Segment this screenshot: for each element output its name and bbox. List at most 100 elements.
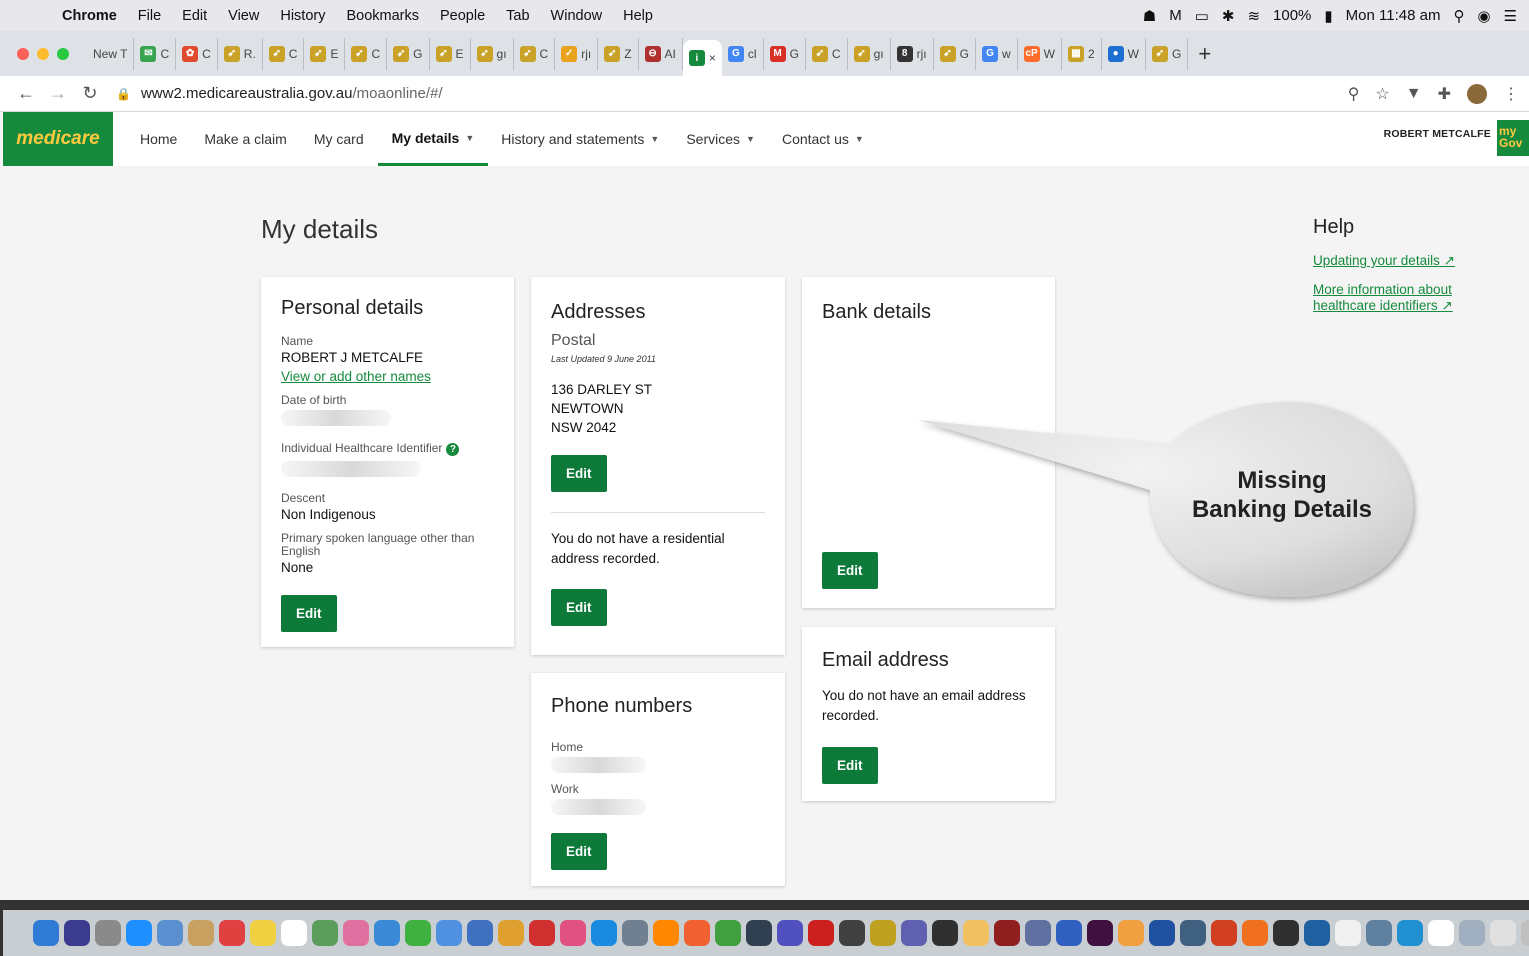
dock-app-icon[interactable] — [1056, 920, 1082, 946]
nav-history-and-statements[interactable]: History and statements ▼ — [501, 112, 659, 166]
browser-tab[interactable]: i × — [682, 40, 722, 76]
notification-center-icon[interactable]: ☰ — [1504, 7, 1517, 25]
browser-tab[interactable]: New T — [87, 37, 135, 70]
menu-tab[interactable]: Tab — [506, 8, 529, 24]
nav-home[interactable]: Home — [140, 112, 177, 166]
dock-app-icon[interactable] — [1521, 920, 1529, 946]
help-question-icon[interactable]: ? — [446, 443, 460, 456]
menu-file[interactable]: File — [138, 8, 161, 24]
dock-app-icon[interactable] — [622, 920, 648, 946]
dock-app-icon[interactable] — [343, 920, 369, 946]
dock-app-icon[interactable] — [839, 920, 865, 946]
profile-avatar-icon[interactable] — [1467, 83, 1487, 104]
dock-app-icon[interactable] — [1273, 920, 1299, 946]
battery-icon[interactable]: ▮ — [1324, 7, 1332, 25]
dock-app-icon[interactable] — [1397, 920, 1423, 946]
dock-app-icon[interactable] — [374, 920, 400, 946]
battery-percent[interactable]: 100% — [1273, 7, 1311, 24]
browser-tab[interactable]: ➹ gı — [848, 37, 891, 70]
dock-app-icon[interactable] — [1490, 920, 1516, 946]
clock[interactable]: Mon 11:48 am — [1346, 7, 1441, 24]
forward-icon[interactable]: → — [42, 83, 74, 104]
zoom-icon[interactable]: ⚲ — [1348, 84, 1360, 104]
browser-tab[interactable]: ➹ G — [1146, 37, 1189, 70]
bluetooth-icon[interactable]: ✱ — [1222, 7, 1235, 25]
browser-tab[interactable]: ➹ G — [934, 37, 976, 70]
siri-icon[interactable]: ◉ — [1477, 7, 1490, 25]
dock-app-icon[interactable] — [467, 920, 493, 946]
menu-view[interactable]: View — [228, 8, 259, 24]
dock-app-icon[interactable] — [405, 920, 431, 946]
dock-app-icon[interactable] — [1118, 920, 1144, 946]
spotlight-search-icon[interactable]: ⚲ — [1453, 7, 1464, 25]
minimize-window-button[interactable] — [37, 47, 49, 60]
zoom-window-button[interactable] — [57, 47, 69, 60]
dock-app-icon[interactable] — [281, 920, 307, 946]
browser-tab[interactable]: ➹ R. — [218, 37, 263, 70]
chrome-menu-icon[interactable]: ⋮ — [1503, 84, 1519, 104]
dock-app-icon[interactable] — [157, 920, 183, 946]
dock-app-icon[interactable] — [219, 920, 245, 946]
browser-tab[interactable]: ⊖ AI — [639, 37, 683, 70]
lock-icon[interactable]: 🔒 — [116, 87, 131, 101]
close-window-button[interactable] — [17, 47, 29, 60]
menu-app-name[interactable]: Chrome — [62, 8, 117, 24]
nav-my-card[interactable]: My card — [314, 112, 364, 166]
personal-edit-button[interactable]: Edit — [281, 595, 337, 632]
dock-app-icon[interactable] — [963, 920, 989, 946]
back-icon[interactable]: ← — [10, 83, 42, 104]
browser-tab[interactable]: cP W — [1018, 37, 1062, 70]
browser-tab[interactable]: ✓ rjı — [555, 37, 599, 70]
mygov-logo[interactable]: my Gov — [1497, 120, 1529, 156]
nav-my-details[interactable]: My details ▼ — [377, 112, 489, 166]
postal-edit-button[interactable]: Edit — [551, 455, 607, 492]
dock-app-icon[interactable] — [1335, 920, 1361, 946]
dock-app-icon[interactable] — [777, 920, 803, 946]
dock-app-icon[interactable] — [560, 920, 586, 946]
menu-window[interactable]: Window — [551, 8, 603, 24]
dock-app-icon[interactable] — [529, 920, 555, 946]
updating-details-link[interactable]: Updating your details ↗ — [1313, 253, 1513, 269]
dock-app-icon[interactable] — [994, 920, 1020, 946]
nav-make-a-claim[interactable]: Make a claim — [204, 112, 286, 166]
healthcare-identifiers-link[interactable]: More information about healthcare identi… — [1313, 282, 1473, 314]
dock-app-icon[interactable] — [653, 920, 679, 946]
menu-edit[interactable]: Edit — [182, 8, 207, 24]
dock-app-icon[interactable] — [684, 920, 710, 946]
dock-app-icon[interactable] — [1366, 920, 1392, 946]
browser-tab[interactable]: ➹ Z — [598, 37, 639, 70]
dock-app-icon[interactable] — [746, 920, 772, 946]
browser-tab[interactable]: ➹ C — [345, 37, 388, 70]
browser-tab[interactable]: ✉ C — [134, 37, 177, 70]
dock-app-icon[interactable] — [95, 920, 121, 946]
menu-history[interactable]: History — [280, 8, 325, 24]
dock-app-icon[interactable] — [188, 920, 214, 946]
browser-tab[interactable]: ➹ C — [806, 37, 848, 70]
nav-services[interactable]: Services ▼ — [686, 112, 755, 166]
dock-app-icon[interactable] — [870, 920, 896, 946]
view-other-names-link[interactable]: View or add other names — [281, 369, 494, 384]
browser-tab[interactable]: ➹ G — [387, 37, 430, 70]
phones-edit-button[interactable]: Edit — [551, 833, 607, 870]
browser-tab[interactable]: 8 rjı — [891, 37, 934, 70]
extensions-puzzle-icon[interactable]: ✚ — [1438, 84, 1451, 104]
dock-app-icon[interactable] — [1149, 920, 1175, 946]
airplay-icon[interactable]: ▭ — [1195, 7, 1209, 25]
menu-bookmarks[interactable]: Bookmarks — [346, 8, 419, 24]
bank-edit-button[interactable]: Edit — [822, 552, 878, 589]
dock-app-icon[interactable] — [1180, 920, 1206, 946]
dock-app-icon[interactable] — [591, 920, 617, 946]
user-name[interactable]: ROBERT METCALFE — [1384, 128, 1491, 140]
dock-app-icon[interactable] — [932, 920, 958, 946]
bookmark-star-icon[interactable]: ☆ — [1375, 84, 1389, 104]
browser-tab[interactable]: ➹ C — [263, 37, 305, 70]
dock-app-icon[interactable] — [1025, 920, 1051, 946]
dock-app-icon[interactable] — [312, 920, 338, 946]
browser-tab[interactable]: ➹ gı — [471, 37, 514, 70]
browser-tab[interactable]: Gw — [976, 37, 1018, 70]
dock-app-icon[interactable] — [1242, 920, 1268, 946]
browser-tab[interactable]: ➹ C — [514, 37, 556, 70]
residential-edit-button[interactable]: Edit — [551, 589, 607, 626]
dock-app-icon[interactable] — [1211, 920, 1237, 946]
nav-contact-us[interactable]: Contact us ▼ — [782, 112, 864, 166]
